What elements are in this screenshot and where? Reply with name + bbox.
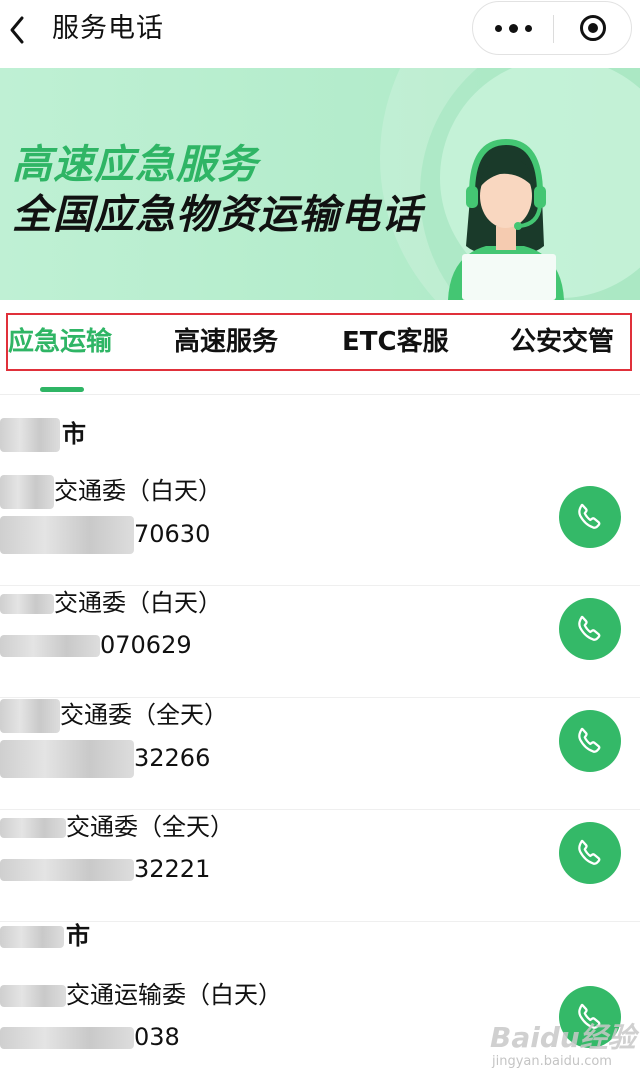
call-button[interactable] — [559, 710, 621, 772]
list-item: 交通委（全天） 32266 — [0, 698, 640, 810]
city-heading-text: 市 — [62, 420, 86, 448]
close-mini-program-icon[interactable] — [554, 2, 632, 54]
top-nav-bar: 服务电话 — [0, 0, 640, 66]
banner-headline: 高速应急服务 — [12, 142, 258, 188]
tab-traffic-police[interactable]: 公安交管 — [510, 315, 614, 369]
phone-icon — [578, 615, 601, 641]
customer-service-agent-illustration — [448, 138, 564, 300]
call-button[interactable] — [559, 486, 621, 548]
phone-icon — [578, 727, 601, 753]
mini-program-capsule — [472, 1, 632, 55]
call-button[interactable] — [559, 822, 621, 884]
active-tab-indicator — [40, 387, 84, 392]
watermark-subtext: jingyan.baidu.com — [492, 1054, 612, 1069]
page-title: 服务电话 — [52, 13, 164, 44]
contact-name: 交通委（白天） — [54, 477, 222, 505]
tab-etc-service[interactable]: ETC客服 — [342, 315, 449, 369]
phone-number: 038 — [134, 1023, 180, 1051]
phone-number: 70630 — [134, 520, 211, 548]
list-item: 交通委（全天） 32221 — [0, 810, 640, 922]
phone-number: 070629 — [100, 631, 192, 659]
hero-banner: 高速应急服务 全国应急物资运输电话 — [0, 68, 640, 300]
divider — [0, 394, 640, 395]
more-options-icon[interactable] — [473, 2, 553, 54]
baidu-jingyan-watermark: Baidu经验 jingyan.baidu.com — [490, 1010, 640, 1080]
contact-name: 交通委（全天） — [60, 701, 228, 729]
back-arrow-icon[interactable] — [2, 10, 42, 50]
phone-number: 32266 — [134, 744, 211, 772]
tab-highway-service[interactable]: 高速服务 — [174, 315, 278, 369]
contact-name: 交通委（全天） — [66, 813, 234, 841]
list-item: 交通委（白天） 070629 — [0, 586, 640, 698]
city-heading: 市 — [0, 414, 86, 454]
phone-icon — [578, 839, 601, 865]
contact-name: 交通运输委（白天） — [66, 981, 282, 1009]
city-heading-text: 市 — [66, 922, 90, 950]
city-heading: 市 — [0, 916, 90, 956]
watermark-text: Baidu经验 — [490, 1021, 636, 1054]
contact-name: 交通委（白天） — [54, 589, 222, 617]
banner-subheadline: 全国应急物资运输电话 — [12, 192, 422, 238]
phone-icon — [578, 503, 601, 529]
phone-number: 32221 — [134, 855, 211, 883]
category-tabs: 应急运输 高速服务 ETC客服 公安交管 — [6, 313, 632, 371]
tab-emergency-transport[interactable]: 应急运输 — [8, 315, 112, 369]
call-button[interactable] — [559, 598, 621, 660]
list-item: 交通委（白天） 70630 — [0, 474, 640, 586]
